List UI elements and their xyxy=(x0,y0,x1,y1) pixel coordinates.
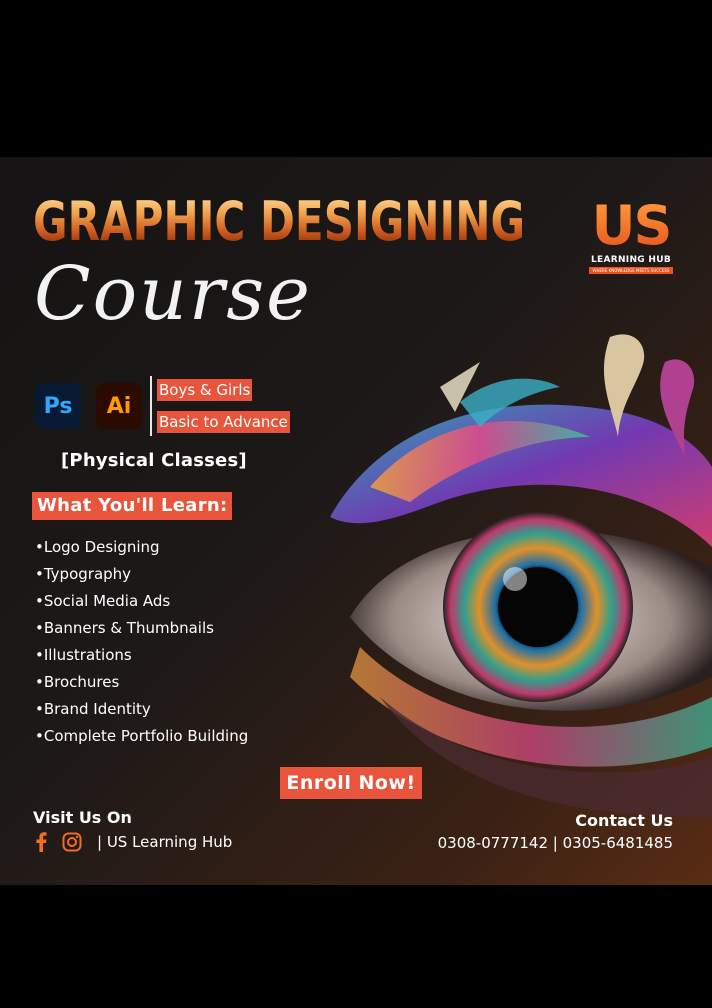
course-title: GRAPHIC DESIGNING xyxy=(33,190,526,253)
list-item: •Logo Designing xyxy=(35,538,160,556)
course-subtitle: Course xyxy=(34,251,312,337)
level-tag: Basic to Advance xyxy=(157,411,290,433)
learn-heading: What You'll Learn: xyxy=(32,492,233,520)
divider xyxy=(150,376,152,436)
logo-name: LEARNING HUB xyxy=(590,255,671,265)
audience-tag: Boys & Girls xyxy=(157,379,253,401)
photoshop-icon: Ps xyxy=(35,383,81,429)
logo-tagline: WHERE KNOWLEDGE MEETS SUCCESS xyxy=(589,267,673,274)
list-item: •Illustrations xyxy=(35,646,132,664)
illustrator-icon: Ai xyxy=(96,383,142,429)
social-handle: | US Learning Hub xyxy=(97,833,233,851)
us-learning-hub-logo: US LEARNING HUB WHERE KNOWLEDGE MEETS SU… xyxy=(583,199,679,274)
list-item: •Typography xyxy=(35,565,132,583)
eye-illustration xyxy=(330,334,712,817)
course-poster: GRAPHIC DESIGNING Course US LEARNING HUB… xyxy=(0,157,712,885)
class-type: [Physical Classes] xyxy=(61,450,247,471)
list-item: •Banners & Thumbnails xyxy=(35,619,214,637)
list-item: •Brochures xyxy=(35,673,120,691)
eye-shape xyxy=(350,512,712,711)
logo-mark: US xyxy=(583,199,679,253)
instagram-icon[interactable] xyxy=(61,831,83,853)
social-links: | US Learning Hub xyxy=(33,831,232,853)
enroll-button[interactable]: Enroll Now! xyxy=(280,767,422,799)
list-item: •Social Media Ads xyxy=(35,592,171,610)
list-item: •Brand Identity xyxy=(35,700,151,718)
learn-list: •Logo Designing •Typography •Social Medi… xyxy=(35,537,248,753)
facebook-icon[interactable] xyxy=(33,831,49,853)
phone-numbers: 0308-0777142 | 0305-6481485 xyxy=(437,834,673,852)
list-item: •Complete Portfolio Building xyxy=(35,727,249,745)
visit-heading: Visit Us On xyxy=(33,808,132,827)
contact-heading: Contact Us xyxy=(575,811,673,830)
